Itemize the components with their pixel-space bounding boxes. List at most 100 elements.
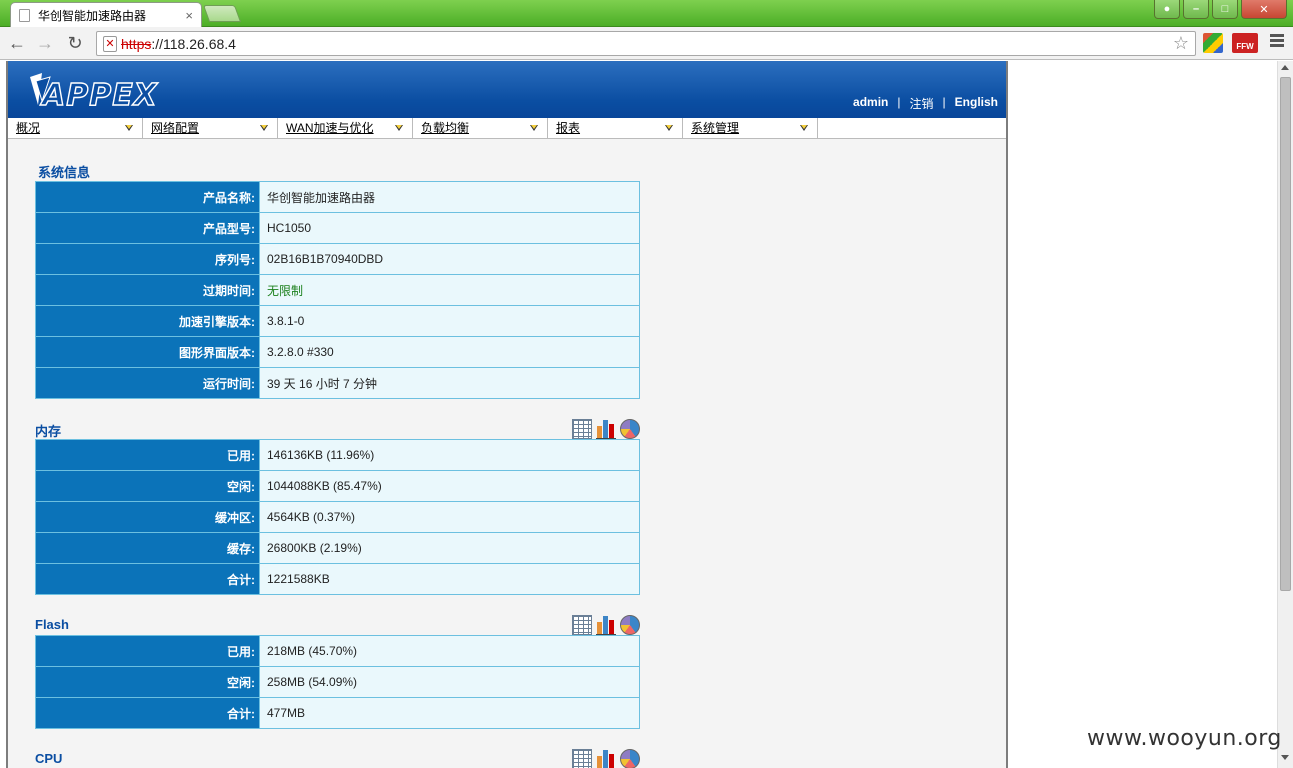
field-value: 146136KB (11.96%)	[259, 439, 640, 471]
menu-label: 概况	[16, 121, 41, 135]
extension-ffw-icon[interactable]: FFW	[1232, 33, 1258, 53]
table-view-icon[interactable]	[572, 749, 592, 768]
menu-network-config[interactable]: 网络配置	[143, 118, 278, 139]
memory-table: 已用: 146136KB (11.96%) 空闲: 1044088KB (85.47…	[35, 439, 640, 595]
field-value: 477MB	[259, 697, 640, 729]
appex-logo: APPEX	[30, 73, 158, 111]
user-profile-icon[interactable]: ●	[1154, 0, 1180, 19]
pie-chart-icon[interactable]	[620, 615, 640, 635]
field-value: 26800KB (2.19%)	[259, 532, 640, 564]
window-controls: ● – □ ✕	[1154, 0, 1287, 19]
field-value: 1221588KB	[259, 563, 640, 595]
forward-arrow-icon[interactable]: →	[34, 33, 56, 53]
language-link[interactable]: English	[955, 95, 998, 112]
table-row: 序列号: 02B16B1B70940DBD	[35, 243, 640, 275]
browser-menu-icon[interactable]	[1270, 34, 1284, 49]
main-menu: 概况 网络配置 WAN加速与优化 负载均衡 报表 系统管理	[8, 118, 1006, 139]
field-value: 218MB (45.70%)	[259, 635, 640, 667]
system-info-title: 系统信息	[38, 165, 91, 180]
dropdown-arrow-icon	[665, 125, 673, 131]
menu-wan-acceleration[interactable]: WAN加速与优化	[278, 118, 413, 139]
dropdown-arrow-icon	[530, 125, 538, 131]
dropdown-arrow-icon	[125, 125, 133, 131]
flash-title: Flash	[35, 617, 69, 632]
menu-label: 系统管理	[691, 121, 740, 135]
bookmark-star-icon[interactable]: ☆	[1173, 33, 1189, 54]
maximize-icon[interactable]: □	[1212, 0, 1238, 19]
menu-overview[interactable]: 概况	[8, 118, 143, 139]
bar-chart-icon[interactable]	[596, 419, 616, 439]
extension-download-icon[interactable]	[1203, 33, 1223, 53]
field-label: 缓存:	[35, 532, 260, 564]
memory-title: 内存	[35, 424, 62, 439]
table-row: 加速引擎版本: 3.8.1-0	[35, 305, 640, 337]
table-row: 缓冲区: 4564KB (0.37%)	[35, 501, 640, 533]
header-banner: APPEX admin | 注销 | English	[8, 61, 1006, 118]
field-value: 3.2.8.0 #330	[259, 336, 640, 368]
table-view-icon[interactable]	[572, 419, 592, 439]
menu-label: 负载均衡	[421, 121, 470, 135]
field-label: 加速引擎版本:	[35, 305, 260, 337]
browser-tabstrip: 华创智能加速路由器 × ● – □ ✕	[0, 0, 1293, 28]
field-label: 图形界面版本:	[35, 336, 260, 368]
close-window-icon[interactable]: ✕	[1241, 0, 1287, 19]
menu-reports[interactable]: 报表	[548, 118, 683, 139]
system-info-table: 产品名称: 华创智能加速路由器 产品型号: HC1050 序列号: 02B16B1B7…	[35, 181, 640, 399]
address-bar[interactable]: ✕ https ://118.26.68.4 ☆	[96, 31, 1196, 56]
flash-view-icons	[572, 615, 640, 635]
scroll-down-arrow-icon[interactable]	[1281, 755, 1289, 760]
username-link[interactable]: admin	[853, 95, 888, 112]
logout-link[interactable]: 注销	[910, 95, 934, 112]
user-links: admin | 注销 | English	[853, 95, 998, 112]
page-scrollbar[interactable]	[1277, 61, 1293, 768]
field-label: 产品型号:	[35, 212, 260, 244]
page-icon	[19, 9, 30, 22]
table-row: 图形界面版本: 3.2.8.0 #330	[35, 336, 640, 368]
main-content: 系统信息 产品名称: 华创智能加速路由器 产品型号: HC1050 序列号: 02B1…	[8, 140, 1006, 768]
field-label: 产品名称:	[35, 181, 260, 213]
router-admin-app: APPEX admin | 注销 | English 概况 网络配置 WAN加速…	[6, 61, 1008, 768]
field-value: HC1050	[259, 212, 640, 244]
field-value: 258MB (54.09%)	[259, 666, 640, 698]
menu-system-management[interactable]: 系统管理	[683, 118, 818, 139]
new-tab-button[interactable]	[202, 5, 242, 22]
browser-toolbar: ← → ↻ ✕ https ://118.26.68.4 ☆ FFW	[0, 27, 1293, 60]
dropdown-arrow-icon	[800, 125, 808, 131]
dropdown-arrow-icon	[260, 125, 268, 131]
table-row: 运行时间: 39 天 16 小时 7 分钟	[35, 367, 640, 399]
tab-title: 华创智能加速路由器	[38, 9, 147, 23]
menu-load-balancing[interactable]: 负载均衡	[413, 118, 548, 139]
pie-chart-icon[interactable]	[620, 419, 640, 439]
broken-ssl-icon[interactable]: ✕	[103, 35, 117, 52]
table-row: 空闲: 258MB (54.09%)	[35, 666, 640, 698]
pie-chart-icon[interactable]	[620, 749, 640, 768]
field-label: 已用:	[35, 635, 260, 667]
field-value: 39 天 16 小时 7 分钟	[259, 367, 640, 399]
menu-label: 报表	[556, 121, 581, 135]
bar-chart-icon[interactable]	[596, 615, 616, 635]
field-value: 无限制	[259, 274, 640, 306]
menu-label: 网络配置	[151, 121, 200, 135]
close-tab-icon[interactable]: ×	[185, 8, 193, 23]
reload-icon[interactable]: ↻	[64, 33, 86, 53]
cpu-title: CPU	[35, 751, 63, 766]
table-row: 产品名称: 华创智能加速路由器	[35, 181, 640, 213]
minimize-icon[interactable]: –	[1183, 0, 1209, 19]
memory-view-icons	[572, 419, 640, 439]
back-arrow-icon[interactable]: ←	[6, 33, 28, 53]
menu-label: WAN加速与优化	[286, 121, 374, 135]
table-row: 合计: 477MB	[35, 697, 640, 729]
table-row: 合计: 1221588KB	[35, 563, 640, 595]
field-label: 过期时间:	[35, 274, 260, 306]
cpu-view-icons	[572, 749, 640, 768]
scrollbar-thumb[interactable]	[1280, 77, 1291, 591]
field-value: 4564KB (0.37%)	[259, 501, 640, 533]
table-row: 已用: 146136KB (11.96%)	[35, 439, 640, 471]
scroll-up-arrow-icon[interactable]	[1281, 65, 1289, 70]
field-label: 空闲:	[35, 666, 260, 698]
browser-tab-active[interactable]: 华创智能加速路由器 ×	[10, 2, 202, 28]
bar-chart-icon[interactable]	[596, 749, 616, 768]
field-label: 合计:	[35, 697, 260, 729]
table-view-icon[interactable]	[572, 615, 592, 635]
table-row: 已用: 218MB (45.70%)	[35, 635, 640, 667]
